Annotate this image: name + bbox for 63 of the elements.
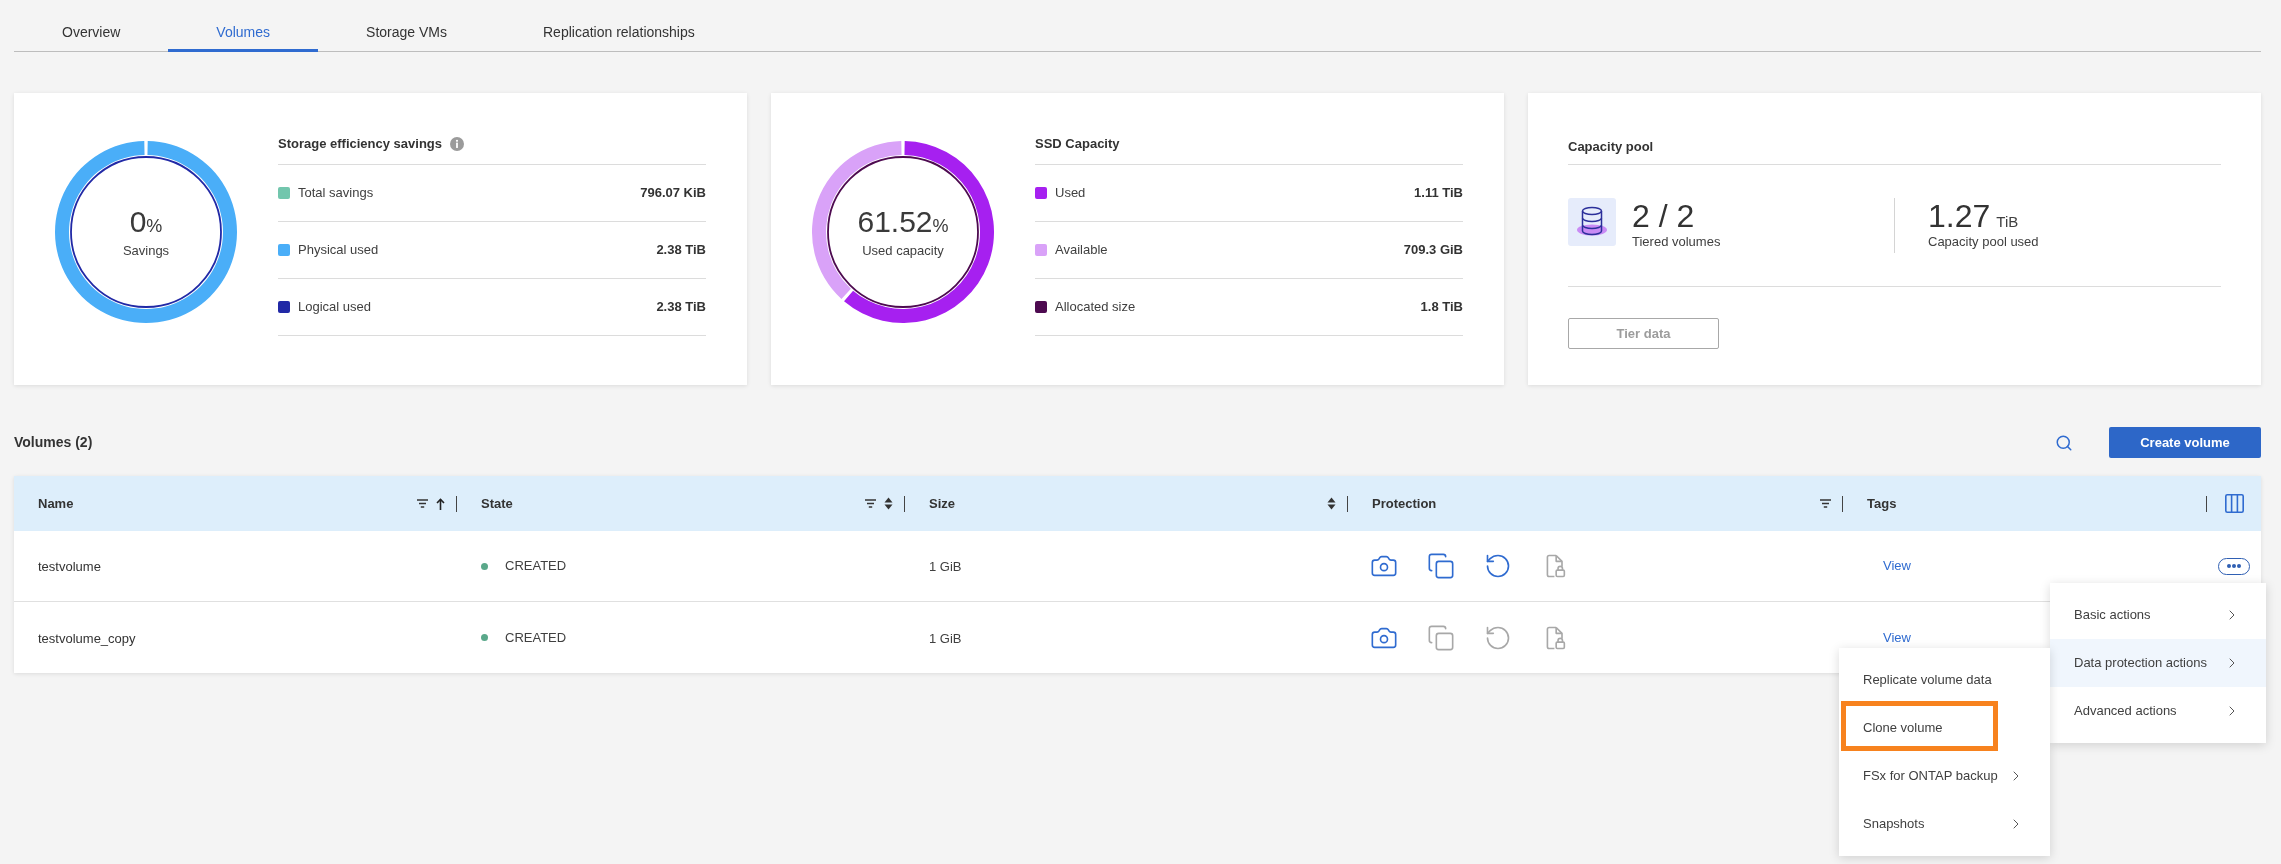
menu-item[interactable]: Replicate volume data: [1839, 656, 2050, 704]
legend-value: 709.3 GiB: [1403, 241, 1463, 260]
tags-link[interactable]: View: [1883, 627, 1911, 648]
legend-value: 1.11 TiB: [1414, 184, 1463, 203]
search-icon[interactable]: [2055, 433, 2073, 452]
menu-item[interactable]: FSx for ONTAP backup: [1839, 752, 2050, 800]
info-icon[interactable]: [450, 137, 464, 151]
tab[interactable]: Overview: [14, 0, 169, 52]
column-header: Tags: [1867, 494, 1898, 513]
menu-item[interactable]: Advanced actions: [2050, 687, 2266, 735]
sort-ascending-icon[interactable]: [436, 497, 445, 510]
columns-icon[interactable]: [2225, 494, 2244, 513]
more-button[interactable]: [2218, 557, 2250, 575]
column-header: State: [481, 494, 514, 513]
undo-icon[interactable]: [1484, 552, 1512, 580]
column-header: Size: [929, 494, 956, 513]
stat-caption: Capacity pool used: [1928, 234, 2039, 250]
menu-item[interactable]: Snapshots: [1839, 800, 2050, 848]
create-volume-button[interactable]: Create volume: [2109, 427, 2261, 458]
sort-icon[interactable]: [884, 497, 893, 510]
card-title: Capacity pool: [1568, 139, 1654, 154]
gauge-value: 0%: [129, 205, 163, 240]
gauge-caption: Used capacity: [862, 243, 944, 259]
volume-size: 1 GiB: [929, 630, 962, 646]
stat-caption: Tiered volumes: [1632, 234, 1721, 250]
legend-label: Total savings: [298, 184, 375, 203]
column-header: Name: [38, 494, 75, 513]
volume-size: 1 GiB: [929, 559, 962, 574]
legend-value: 2.38 TiB: [656, 298, 706, 317]
stat-value: 2 / 2: [1632, 198, 1695, 234]
legend-label: Used: [1055, 184, 1087, 203]
tab[interactable]: Storage VMs: [318, 0, 495, 52]
filter-icon[interactable]: [417, 499, 428, 508]
volume-name: testvolume_copy: [38, 630, 136, 646]
sort-icon[interactable]: [1327, 497, 1336, 510]
legend-label: Available: [1055, 241, 1109, 260]
copy-icon[interactable]: [1427, 552, 1455, 580]
filter-icon[interactable]: [1820, 499, 1831, 508]
legend-value: 796.07 KiB: [640, 184, 706, 203]
tab[interactable]: Replication relationships: [495, 0, 743, 52]
tags-link[interactable]: View: [1883, 556, 1911, 576]
tab[interactable]: Volumes: [168, 0, 319, 52]
state-label: CREATED: [505, 628, 567, 647]
database-icon: [1568, 198, 1616, 246]
legend-value: 1.8 TiB: [1420, 298, 1463, 317]
menu-item[interactable]: Basic actions: [2050, 591, 2266, 639]
gauge-value: 61.52%: [857, 205, 949, 240]
section-title: Volumes (2): [14, 433, 93, 452]
legend-label: Physical used: [298, 241, 380, 260]
stat-unit: TiB: [1996, 212, 2019, 232]
gauge-caption: Savings: [122, 243, 170, 259]
stat-value: 1.27: [1928, 198, 1991, 234]
filter-icon[interactable]: [865, 499, 876, 508]
menu-item[interactable]: Data protection actions: [2050, 639, 2266, 687]
card-title: SSD Capacity: [1035, 135, 1120, 153]
ellipsis-icon: [2227, 564, 2241, 568]
state-label: CREATED: [505, 557, 567, 576]
column-header: Protection: [1372, 494, 1438, 513]
legend-value: 2.38 TiB: [656, 241, 706, 260]
volume-name: testvolume: [38, 559, 101, 574]
legend-label: Logical used: [298, 298, 372, 317]
legend-label: Allocated size: [1055, 298, 1137, 317]
card-title: Storage efficiency savings: [278, 135, 442, 153]
